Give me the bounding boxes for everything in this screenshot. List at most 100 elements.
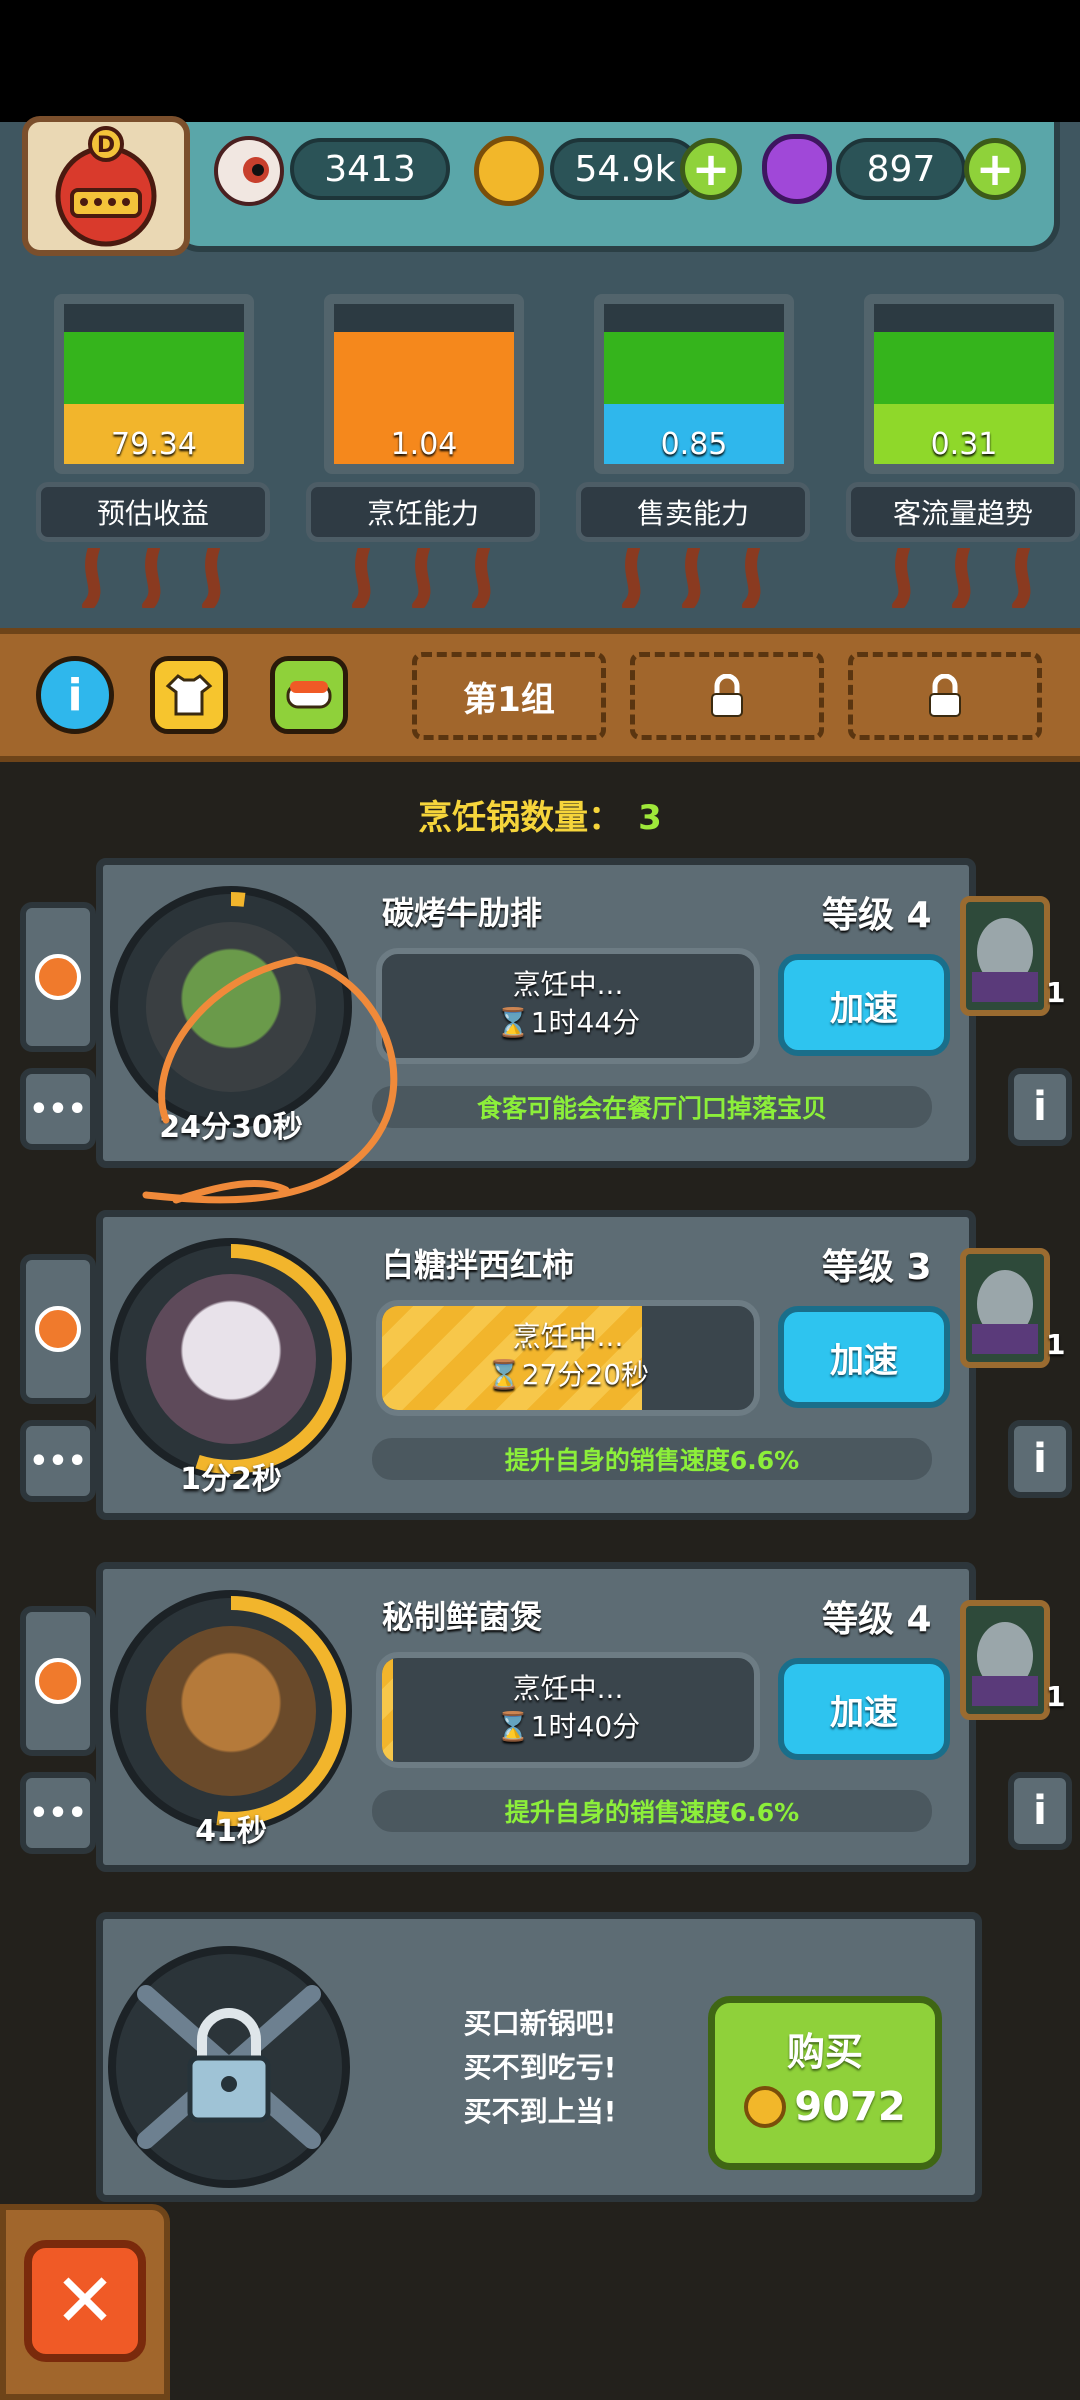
disable-pot-button[interactable] bbox=[20, 1254, 96, 1404]
pot-info-button[interactable]: i bbox=[1008, 1068, 1072, 1146]
progress-text: 烹饪中... ⌛1时44分 bbox=[382, 966, 754, 1042]
add-coins-button[interactable]: + bbox=[680, 138, 742, 200]
gauge-meter: 1.04 bbox=[324, 294, 524, 474]
gauge-pipes bbox=[604, 542, 784, 612]
disable-pot-button[interactable] bbox=[20, 902, 96, 1052]
more-icon: ••• bbox=[29, 1443, 87, 1479]
close-icon: ✕ bbox=[53, 2258, 116, 2344]
gauge-value: 1.04 bbox=[390, 427, 458, 462]
chef-card[interactable] bbox=[960, 1248, 1050, 1368]
pot-info-button[interactable]: i bbox=[1008, 1772, 1072, 1850]
more-options-button[interactable]: ••• bbox=[20, 1068, 96, 1150]
pot-info-button[interactable]: i bbox=[1008, 1420, 1072, 1498]
chef-portrait-icon bbox=[972, 1270, 1038, 1354]
hourglass-icon: ⌛ bbox=[495, 1006, 531, 1039]
speed-up-button[interactable]: 加速 bbox=[778, 954, 950, 1056]
gauge-label: 预估收益 bbox=[36, 482, 270, 542]
outfit-button[interactable] bbox=[150, 656, 228, 734]
gauge-value: 79.34 bbox=[111, 427, 197, 462]
coin-icon bbox=[744, 2086, 787, 2128]
tab-group-2-locked[interactable] bbox=[630, 652, 824, 740]
dish-perk: 提升自身的销售速度6.6% bbox=[372, 1438, 932, 1480]
speed-up-button[interactable]: 加速 bbox=[778, 1658, 950, 1760]
hourglass-icon: ⌛ bbox=[495, 1710, 531, 1743]
locked-pot bbox=[108, 1946, 350, 2188]
tab-group-3-locked[interactable] bbox=[848, 652, 1042, 740]
chef-card[interactable] bbox=[960, 896, 1050, 1016]
dish-name: 秘制鲜菌煲 bbox=[382, 1598, 543, 1636]
chef-card[interactable] bbox=[960, 1600, 1050, 1720]
buy-slogan-line-1: 买口新锅吧! bbox=[463, 2007, 617, 2040]
status-bar bbox=[0, 0, 1080, 122]
lock-icon bbox=[929, 674, 961, 717]
disable-pot-button[interactable] bbox=[20, 1606, 96, 1756]
cooking-time-left: 1时40分 bbox=[530, 1710, 641, 1743]
gauge-label: 客流量趋势 bbox=[846, 482, 1080, 542]
potion-count: 897 bbox=[836, 138, 966, 200]
pot-count-label: 烹饪锅数量： bbox=[418, 798, 623, 838]
gauge-fill-top bbox=[874, 332, 1054, 404]
eyeball-icon bbox=[214, 136, 284, 206]
cooking-progress: 烹饪中... ⌛1时40分 bbox=[376, 1652, 760, 1768]
gauge-fill-top bbox=[64, 332, 244, 404]
buy-slogan-line-2: 买不到吃亏! bbox=[463, 2051, 617, 2084]
info-icon: i bbox=[1033, 1436, 1047, 1482]
cooking-time-left: 27分20秒 bbox=[521, 1358, 650, 1391]
pot-dish[interactable] bbox=[110, 1590, 352, 1832]
pot-count: 烹饪锅数量： 3 bbox=[0, 790, 1080, 839]
dish-icon bbox=[146, 1274, 316, 1444]
shirt-icon bbox=[165, 674, 213, 716]
pot-timer: 1分2秒 bbox=[180, 1462, 282, 1497]
info-icon: i bbox=[67, 669, 83, 721]
gauge-pipes bbox=[64, 542, 244, 612]
progress-text: 烹饪中... ⌛1时40分 bbox=[382, 1670, 754, 1746]
close-button[interactable]: ✕ bbox=[24, 2240, 146, 2362]
potion-icon bbox=[762, 134, 832, 204]
info-icon: i bbox=[1033, 1084, 1047, 1130]
add-potion-button[interactable]: + bbox=[964, 138, 1026, 200]
info-button[interactable]: i bbox=[36, 656, 114, 734]
chef-count: 1 bbox=[1046, 1328, 1066, 1361]
speed-up-button[interactable]: 加速 bbox=[778, 1306, 950, 1408]
buy-pot-button[interactable]: 购买 9072 bbox=[708, 1996, 942, 2170]
more-options-button[interactable]: ••• bbox=[20, 1772, 96, 1854]
more-icon: ••• bbox=[29, 1091, 87, 1127]
svg-text:D: D bbox=[97, 133, 115, 158]
sushi-icon bbox=[286, 681, 332, 709]
gauge-meter: 0.31 bbox=[864, 294, 1064, 474]
dish-button[interactable] bbox=[270, 656, 348, 734]
lock-icon bbox=[711, 674, 743, 717]
chef-portrait-icon bbox=[972, 918, 1038, 1002]
gauge-meter: 79.34 bbox=[54, 294, 254, 474]
info-icon: i bbox=[1033, 1788, 1047, 1834]
tab-group-1[interactable]: 第1组 bbox=[412, 652, 606, 740]
chained-lock-icon bbox=[137, 1985, 321, 2149]
cooking-status: 烹饪中... bbox=[512, 1320, 624, 1353]
ban-icon bbox=[35, 1658, 81, 1704]
coin-count: 54.9k bbox=[550, 138, 700, 200]
progress-text: 烹饪中... ⌛27分20秒 bbox=[382, 1318, 754, 1394]
more-options-button[interactable]: ••• bbox=[20, 1420, 96, 1502]
gauge-fill-top bbox=[604, 332, 784, 404]
gauge-value: 0.31 bbox=[930, 427, 998, 462]
gauge-label: 售卖能力 bbox=[576, 482, 810, 542]
more-icon: ••• bbox=[29, 1795, 87, 1831]
pot-dish[interactable] bbox=[110, 1238, 352, 1480]
cooking-progress: 烹饪中... ⌛1时44分 bbox=[376, 948, 760, 1064]
dish-level: 等级 3 bbox=[822, 1247, 932, 1288]
buy-slogan: 买口新锅吧! 买不到吃亏! 买不到上当! bbox=[400, 2002, 680, 2134]
dish-perk: 提升自身的销售速度6.6% bbox=[372, 1790, 932, 1832]
dish-name: 碳烤牛肋排 bbox=[382, 894, 543, 932]
dish-level: 等级 4 bbox=[822, 1599, 932, 1640]
coin-icon bbox=[474, 136, 544, 206]
cooking-status: 烹饪中... bbox=[512, 968, 624, 1001]
dish-perk: 食客可能会在餐厅门口掉落宝贝 bbox=[372, 1086, 932, 1128]
player-avatar[interactable]: D bbox=[22, 116, 190, 256]
pot-timer: 41秒 bbox=[195, 1814, 267, 1849]
annotation-circle bbox=[142, 956, 398, 1204]
gauge-pipes bbox=[334, 542, 514, 612]
buy-slogan-line-3: 买不到上当! bbox=[463, 2095, 617, 2128]
chef-count: 1 bbox=[1046, 976, 1066, 1009]
chef-portrait-icon bbox=[972, 1622, 1038, 1706]
dish-level: 等级 4 bbox=[822, 895, 932, 936]
